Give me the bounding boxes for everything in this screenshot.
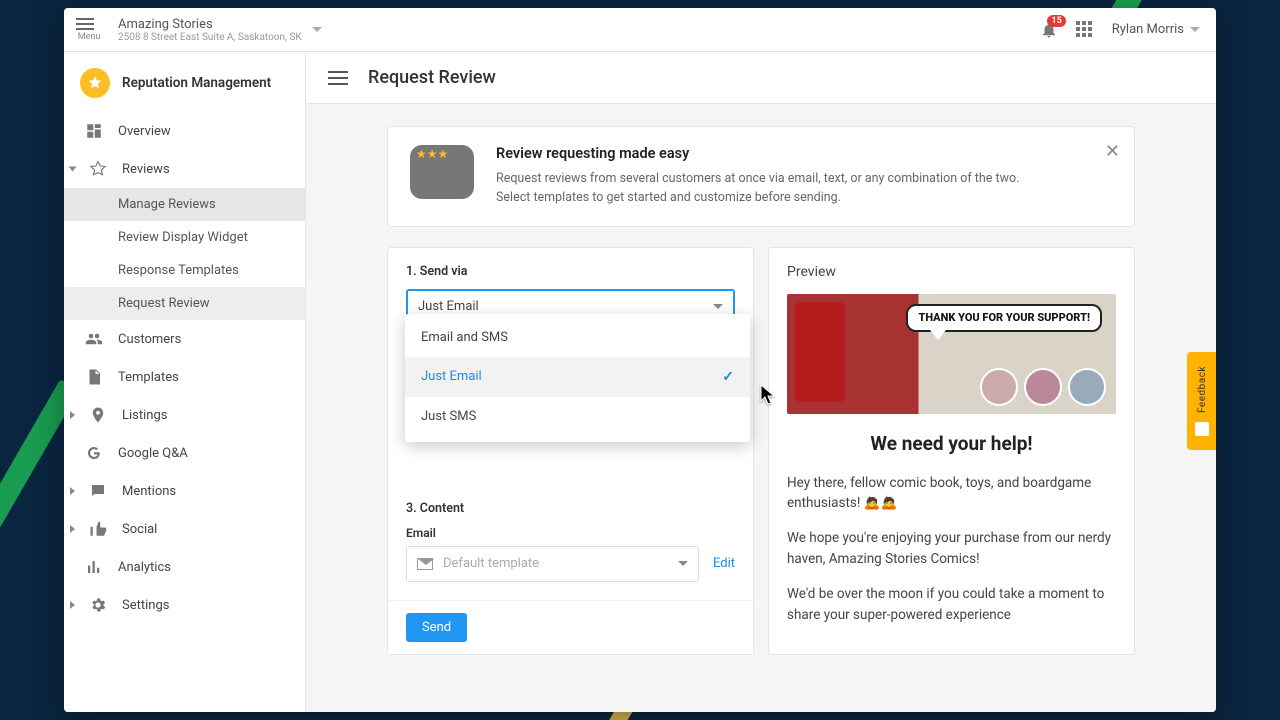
banner-heading: Review requesting made easy [496, 145, 1036, 162]
banner-illustration [410, 145, 474, 199]
menu-label: Menu [76, 32, 102, 42]
email-field-label: Email [406, 526, 735, 540]
business-address: 2508 8 Street East Suite A, Saskatoon, S… [118, 32, 302, 43]
app-brand: Reputation Management [64, 52, 305, 112]
nav-label: Mentions [122, 484, 176, 499]
option-just-sms[interactable]: Just SMS [405, 397, 750, 436]
option-email-and-sms[interactable]: Email and SMS [405, 318, 750, 357]
nav-label: Social [122, 522, 157, 537]
preview-hero-image: THANK YOU FOR YOUR SUPPORT! [787, 294, 1116, 414]
envelope-icon [417, 558, 433, 570]
thumb-up-icon [88, 519, 108, 539]
page-title: Request Review [368, 67, 496, 88]
nav-reviews[interactable]: Reviews [64, 150, 305, 188]
chevron-down-icon [678, 561, 688, 566]
preview-heading: We need your help! [787, 432, 1116, 455]
option-label: Just Email [421, 369, 482, 384]
info-banner: Review requesting made easy Request revi… [387, 126, 1135, 227]
people-icon [84, 329, 104, 349]
banner-body: Request reviews from several customers a… [496, 170, 1036, 208]
preview-paragraph: We hope you're enjoying your purchase fr… [787, 528, 1116, 570]
nav-response-templates[interactable]: Response Templates [64, 254, 305, 287]
notifications-button[interactable]: 15 [1040, 21, 1058, 39]
chat-icon [88, 481, 108, 501]
nav-templates[interactable]: Templates [64, 358, 305, 396]
dashboard-icon [84, 121, 104, 141]
feedback-icon [1195, 422, 1209, 436]
send-via-value: Just Email [418, 299, 479, 314]
send-button[interactable]: Send [406, 613, 467, 642]
sidebar: Reputation Management Overview Reviews M… [64, 52, 306, 712]
step1-title: 1. Send via [406, 264, 735, 279]
edit-template-link[interactable]: Edit [713, 556, 735, 571]
google-icon [84, 443, 104, 463]
nav-manage-reviews[interactable]: Manage Reviews [64, 188, 305, 221]
nav-label: Analytics [118, 560, 171, 575]
gear-icon [88, 595, 108, 615]
chevron-down-icon [713, 304, 723, 309]
preview-panel: Preview THANK YOU FOR YOUR SUPPORT! We n… [768, 247, 1135, 655]
chevron-down-icon [1190, 27, 1200, 32]
apps-menu-button[interactable] [1076, 21, 1094, 39]
page-header: Request Review [306, 52, 1216, 104]
template-select[interactable]: Default template [406, 546, 699, 582]
chart-icon [84, 557, 104, 577]
nav-request-review[interactable]: Request Review [64, 287, 305, 320]
speech-bubble: THANK YOU FOR YOUR SUPPORT! [906, 304, 1102, 332]
user-name: Rylan Morris [1112, 22, 1184, 37]
main-area: Request Review Review requesting made ea… [306, 52, 1216, 712]
nav-label: Google Q&A [118, 446, 188, 461]
nav-label: Customers [118, 332, 181, 347]
nav-listings[interactable]: Listings [64, 396, 305, 434]
nav-label: Overview [118, 124, 171, 139]
star-icon [80, 68, 110, 98]
main-menu-button[interactable]: Menu [76, 18, 102, 42]
feedback-tab[interactable]: Feedback [1187, 352, 1216, 450]
preview-paragraph: We'd be over the moon if you could take … [787, 584, 1116, 626]
feedback-label: Feedback [1197, 366, 1208, 413]
nav-analytics[interactable]: Analytics [64, 548, 305, 586]
document-icon [84, 367, 104, 387]
pin-icon [88, 405, 108, 425]
nav-label: Reviews [122, 162, 170, 177]
app-name: Reputation Management [122, 75, 271, 91]
notification-badge: 15 [1047, 15, 1065, 27]
business-switcher[interactable]: Amazing Stories 2508 8 Street East Suite… [118, 17, 322, 43]
hamburger-icon [76, 18, 94, 30]
nav-label: Listings [122, 408, 167, 423]
nav-review-widget[interactable]: Review Display Widget [64, 221, 305, 254]
template-placeholder: Default template [443, 556, 539, 571]
nav-social[interactable]: Social [64, 510, 305, 548]
chevron-down-icon [312, 27, 322, 32]
top-bar: Menu Amazing Stories 2508 8 Street East … [64, 8, 1216, 52]
user-menu[interactable]: Rylan Morris [1112, 22, 1200, 37]
send-via-dropdown: Email and SMS Just Email ✓ Just SMS [405, 314, 750, 442]
banner-close-button[interactable]: ✕ [1105, 141, 1120, 162]
avatar-group [980, 368, 1106, 406]
comic-art-icon [795, 302, 845, 402]
nav-google-qa[interactable]: Google Q&A [64, 434, 305, 472]
preview-paragraph: Hey there, fellow comic book, toys, and … [787, 473, 1116, 515]
step3-title: 3. Content [406, 501, 735, 516]
star-outline-icon [88, 159, 108, 179]
nav-label: Templates [118, 370, 179, 385]
nav-overview[interactable]: Overview [64, 112, 305, 150]
nav-label: Settings [122, 598, 169, 613]
nav-mentions[interactable]: Mentions [64, 472, 305, 510]
nav-customers[interactable]: Customers [64, 320, 305, 358]
sidebar-toggle[interactable] [328, 71, 348, 85]
nav-settings[interactable]: Settings [64, 586, 305, 624]
send-panel: 1. Send via Just Email Email and SMS Jus… [387, 247, 754, 655]
option-just-email[interactable]: Just Email ✓ [405, 357, 750, 397]
preview-title: Preview [787, 264, 1116, 280]
check-icon: ✓ [722, 369, 734, 385]
business-name: Amazing Stories [118, 17, 302, 32]
